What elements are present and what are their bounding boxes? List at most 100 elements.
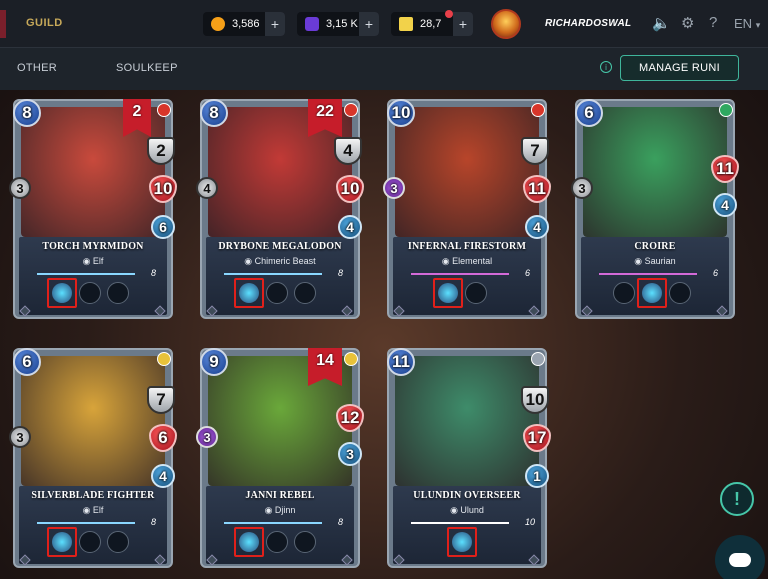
melee-attack-stat: 4: [196, 177, 218, 199]
card-race: ◉ Elf: [15, 256, 171, 267]
guild-logo[interactable]: GUILD: [26, 17, 63, 29]
card-art: [395, 356, 539, 486]
armor-stat: 10: [521, 386, 549, 414]
info-icon[interactable]: i: [600, 61, 612, 73]
armor-stat: 7: [147, 386, 175, 414]
race-icon: ◉: [450, 505, 461, 515]
tab-soulkeep[interactable]: SOULKEEP: [116, 62, 178, 74]
selected-ability-highlight[interactable]: [433, 278, 463, 308]
speed-stat: 3: [338, 442, 362, 466]
card-infernal-firestorm[interactable]: INFERNAL FIRESTORM ◉ Elemental 6 10 7 11 4…: [383, 99, 551, 319]
race-icon: ◉: [82, 505, 93, 515]
manage-runi-button[interactable]: MANAGE RUNI: [620, 55, 739, 81]
sound-icon[interactable]: 🔈: [652, 14, 671, 32]
buy-sps-button[interactable]: +: [453, 12, 473, 36]
level-bar: [37, 273, 135, 275]
card-race: ◉ Saurian: [577, 256, 733, 267]
element-icon: [344, 352, 358, 366]
card-croire[interactable]: CROIRE ◉ Saurian 6 6 11 4 3: [571, 99, 739, 319]
ability-icon[interactable]: [465, 282, 487, 304]
mana-cost: 6: [13, 348, 41, 376]
speed-stat: 1: [525, 464, 549, 488]
card-name: INFERNAL FIRESTORM: [407, 241, 527, 252]
card-level: 8: [338, 517, 344, 527]
username[interactable]: RICHARDOSWAL: [545, 18, 631, 29]
language-select[interactable]: EN ▾: [734, 16, 760, 31]
card-drybone-megalodon[interactable]: DRYBONE MEGALODON ◉ Chimeric Beast 8 8 2…: [196, 99, 364, 319]
ability-icon[interactable]: [613, 282, 635, 304]
health-stat: 10: [149, 175, 177, 203]
card-name: SILVERBLADE FIGHTER: [31, 490, 155, 501]
health-stat: 17: [523, 424, 551, 452]
credits-balance: 3,586 +: [203, 12, 285, 36]
credits-value: 3,586: [232, 18, 260, 30]
selected-ability-highlight[interactable]: [234, 278, 264, 308]
selected-ability-highlight[interactable]: [234, 527, 264, 557]
selected-ability-highlight[interactable]: [47, 278, 77, 308]
ability-icon: [452, 532, 472, 552]
speed-stat: 6: [151, 215, 175, 239]
ability-icon[interactable]: [107, 531, 129, 553]
element-icon: [531, 103, 545, 117]
card-race: ◉ Ulund: [389, 505, 545, 516]
buy-dec-button[interactable]: +: [359, 12, 379, 36]
selected-ability-highlight[interactable]: [447, 527, 477, 557]
element-icon: [719, 103, 733, 117]
level-bar: [224, 273, 322, 275]
top-bar: GUILD 3,586 + 3,15 K + 28,7 + RICHARDOSW…: [0, 0, 768, 48]
credits-coin-icon: [211, 17, 225, 31]
chevron-down-icon: ▾: [755, 20, 761, 30]
help-question-icon[interactable]: ?: [709, 14, 717, 31]
health-stat: 6: [149, 424, 177, 452]
level-bar: [411, 522, 509, 524]
card-silverblade-fighter[interactable]: SILVERBLADE FIGHTER ◉ Elf 8 6 7 6 4 3: [9, 348, 177, 568]
dec-value: 3,15 K: [326, 18, 358, 30]
card-level: 8: [151, 268, 157, 278]
race-label: Ulund: [460, 505, 484, 515]
speed-stat: 4: [525, 215, 549, 239]
race-label: Elf: [92, 505, 104, 515]
magic-attack-stat: 3: [196, 426, 218, 448]
selected-ability-highlight[interactable]: [47, 527, 77, 557]
ability-icon[interactable]: [669, 282, 691, 304]
card-name: ULUNDIN OVERSEER: [413, 490, 521, 501]
ability-icon[interactable]: [294, 531, 316, 553]
selected-ability-highlight[interactable]: [637, 278, 667, 308]
card-art: [395, 107, 539, 237]
ability-icon: [239, 283, 259, 303]
card-name: DRYBONE MEGALODON: [218, 241, 342, 252]
ability-icon[interactable]: [294, 282, 316, 304]
armor-stat: 7: [521, 137, 549, 165]
card-race: ◉ Elf: [15, 505, 171, 516]
mana-cost: 9: [200, 348, 228, 376]
chat-button[interactable]: [715, 535, 765, 579]
card-level: 6: [713, 268, 719, 278]
tab-other[interactable]: OTHER: [17, 62, 57, 74]
ability-icon: [438, 283, 458, 303]
card-level: 6: [525, 268, 531, 278]
ability-icon[interactable]: [266, 531, 288, 553]
race-icon: ◉: [441, 256, 453, 266]
sps-balance: 28,7 +: [391, 12, 473, 36]
alert-help-button[interactable]: !: [720, 482, 754, 516]
card-torch-myrmidon[interactable]: TORCH MYRMIDON ◉ Elf 8 8 2 2 10 6 3: [9, 99, 177, 319]
settings-gear-icon[interactable]: ⚙: [681, 14, 694, 32]
card-race: ◉ Chimeric Beast: [202, 256, 358, 267]
element-icon: [531, 352, 545, 366]
ability-icon[interactable]: [79, 282, 101, 304]
ability-icon[interactable]: [266, 282, 288, 304]
ability-icon: [52, 283, 72, 303]
buy-credits-button[interactable]: +: [265, 12, 285, 36]
melee-attack-stat: 3: [9, 177, 31, 199]
race-label: Chimeric Beast: [254, 256, 316, 266]
card-art: [583, 107, 727, 237]
avatar[interactable]: [491, 9, 521, 39]
speed-stat: 4: [151, 464, 175, 488]
melee-attack-stat: 3: [571, 177, 593, 199]
card-janni-rebel[interactable]: JANNI REBEL ◉ Djinn 8 9 14 12 3 3: [196, 348, 364, 568]
ability-icon[interactable]: [79, 531, 101, 553]
race-label: Djinn: [274, 505, 296, 515]
ability-icon[interactable]: [107, 282, 129, 304]
card-ulundin-overseer[interactable]: ULUNDIN OVERSEER ◉ Ulund 10 11 10 17 1: [387, 348, 551, 568]
dark-energy-crystal-icon: [305, 17, 319, 31]
